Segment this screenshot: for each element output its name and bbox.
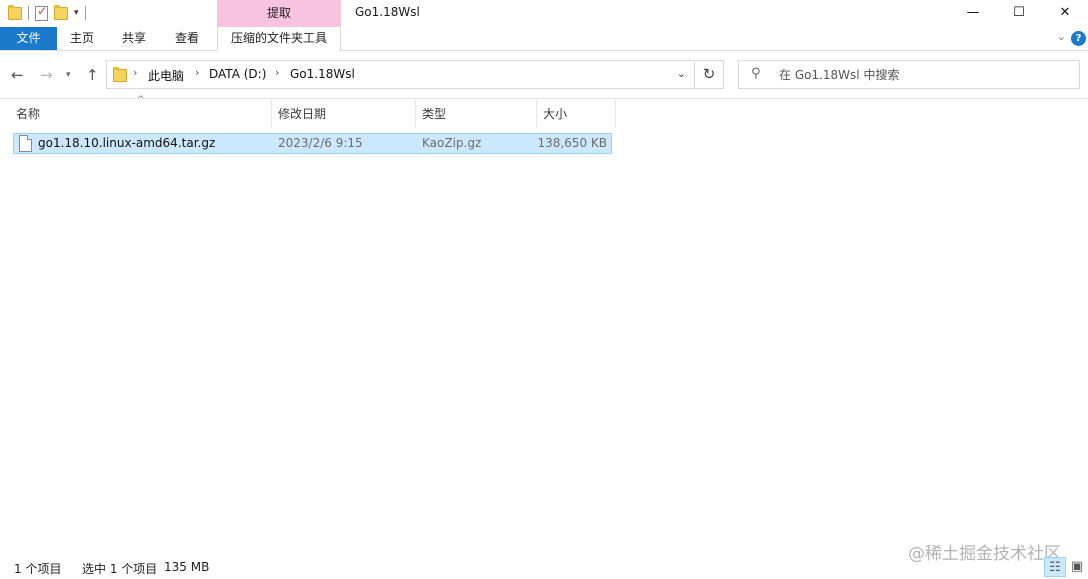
file-icon (19, 135, 32, 152)
context-tab-extract[interactable]: 提取 (217, 0, 341, 27)
back-icon[interactable]: ← (11, 66, 24, 84)
quick-access-toolbar: ▾ (8, 3, 86, 23)
chevron-right-icon[interactable]: › (195, 66, 199, 79)
details-view-icon[interactable]: ☷ (1044, 557, 1066, 577)
large-icons-view-icon[interactable]: ▣ (1066, 557, 1088, 577)
chevron-right-icon[interactable]: › (133, 66, 137, 79)
maximize-button[interactable]: ☐ (996, 0, 1042, 24)
chevron-right-icon[interactable]: › (275, 66, 279, 79)
refresh-button[interactable]: ↻ (695, 60, 724, 89)
customize-toolbar-icon[interactable]: ▾ (74, 8, 79, 18)
title-bar: ▾ 提取 Go1.18Wsl — ☐ ✕ (0, 0, 1088, 27)
close-button[interactable]: ✕ (1042, 0, 1088, 24)
tab-home[interactable]: 主页 (62, 27, 102, 50)
up-icon[interactable]: ↑ (86, 66, 99, 84)
column-header-name[interactable]: 名称 (10, 100, 272, 128)
search-box[interactable]: ⚲ (738, 60, 1080, 89)
file-size: 138,650 KB (537, 136, 607, 150)
divider (84, 6, 86, 20)
divider (28, 6, 29, 20)
folder-icon[interactable] (8, 4, 22, 20)
breadcrumb-this-pc[interactable]: 此电脑 (148, 67, 184, 84)
column-header-type[interactable]: 类型 (416, 100, 537, 128)
navigation-bar: ← → ▾ ↑ › 此电脑 › DATA (D:) › Go1.18Wsl ⌄ … (0, 52, 1088, 99)
properties-icon[interactable] (35, 4, 48, 21)
minimize-button[interactable]: — (950, 0, 996, 24)
help-icon[interactable]: ? (1071, 31, 1086, 46)
folder-icon (113, 67, 127, 82)
watermark: @稀土掘金技术社区 (908, 544, 1061, 564)
address-bar[interactable]: › 此电脑 › DATA (D:) › Go1.18Wsl ⌄ (106, 60, 695, 89)
search-icon: ⚲ (751, 66, 761, 81)
status-selected-size: 135 MB (164, 560, 210, 574)
new-folder-icon[interactable] (54, 4, 68, 20)
chevron-down-icon[interactable]: ⌄ (677, 67, 686, 80)
column-header-modified[interactable]: 修改日期 (272, 100, 416, 128)
breadcrumb-data-drive[interactable]: DATA (D:) (209, 67, 266, 81)
forward-icon[interactable]: → (40, 66, 53, 84)
file-name: go1.18.10.linux-amd64.tar.gz (38, 136, 216, 150)
column-header-size[interactable]: 大小 (537, 100, 616, 128)
search-input[interactable] (779, 65, 1069, 85)
status-selected: 选中 1 个项目 (82, 562, 158, 576)
chevron-down-icon[interactable]: ⌄ (1057, 30, 1066, 43)
tab-view[interactable]: 查看 (167, 27, 207, 50)
status-item-count: 1 个项目 (14, 562, 62, 576)
tab-file[interactable]: 文件 (0, 27, 57, 50)
tab-compressed-folder-tools[interactable]: 压缩的文件夹工具 (217, 27, 341, 51)
recent-locations-icon[interactable]: ▾ (66, 70, 71, 80)
file-row[interactable]: go1.18.10.linux-amd64.tar.gz 2023/2/6 9:… (13, 133, 612, 154)
tab-share[interactable]: 共享 (114, 27, 154, 50)
breadcrumb-current-folder[interactable]: Go1.18Wsl (290, 67, 355, 81)
ribbon-tabs: 文件 主页 共享 查看 压缩的文件夹工具 ⌄ ? (0, 27, 1088, 51)
file-type: KaoZip.gz (422, 136, 482, 150)
file-modified: 2023/2/6 9:15 (278, 136, 363, 150)
window-title: Go1.18Wsl (355, 5, 420, 19)
